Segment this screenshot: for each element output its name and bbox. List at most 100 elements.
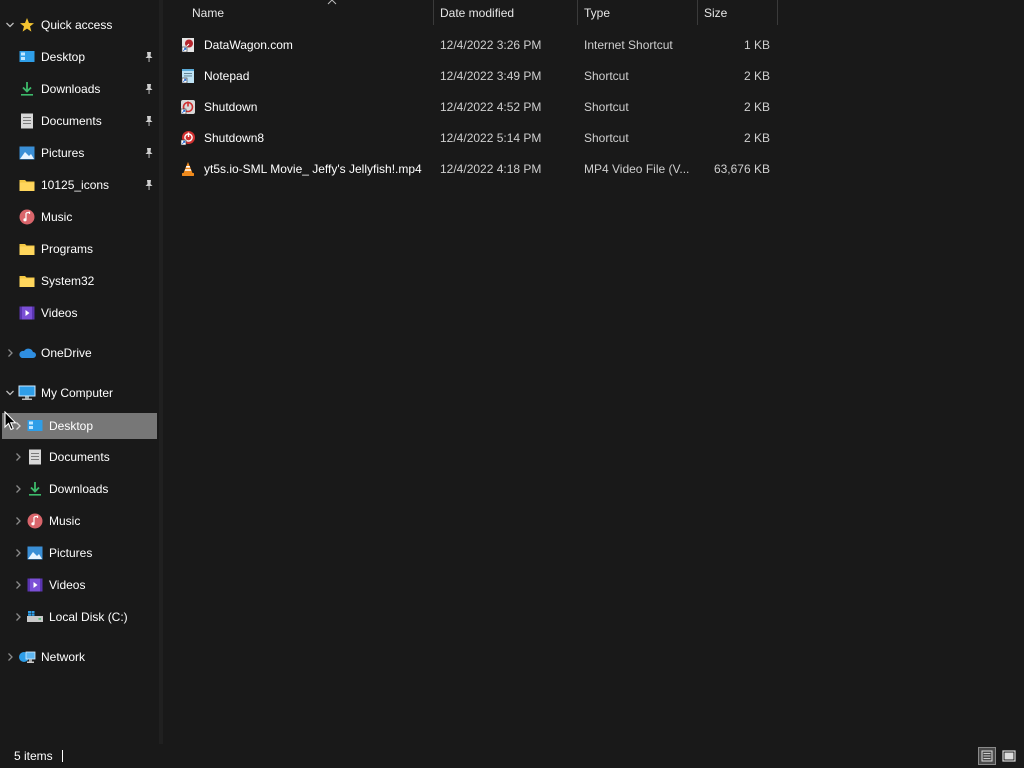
column-header-size[interactable]: Size	[698, 0, 778, 25]
nav-qa-videos[interactable]: Videos	[2, 300, 157, 326]
large-icons-view-icon	[1002, 750, 1016, 762]
folder-icon	[18, 176, 36, 194]
column-date-label: Date modified	[440, 5, 515, 20]
file-row[interactable]: Shutdown8 12/4/2022 5:14 PM Shortcut 2 K…	[175, 127, 775, 149]
nav-qa-music[interactable]: Music	[2, 204, 157, 230]
chevron-right-icon[interactable]	[10, 604, 26, 630]
chevron-down-icon[interactable]	[2, 380, 18, 406]
status-divider	[62, 750, 63, 762]
nav-qa-programs[interactable]: Programs	[2, 236, 157, 262]
nav-qa-system32[interactable]: System32	[2, 268, 157, 294]
chevron-right-icon[interactable]	[10, 476, 26, 502]
file-name-cell: DataWagon.com	[179, 34, 429, 56]
nav-mc-documents-label: Documents	[49, 450, 110, 464]
nav-qa-desktop[interactable]: Desktop	[2, 44, 157, 70]
file-name-cell: Shutdown	[179, 96, 429, 118]
nav-my-computer-label: My Computer	[41, 386, 114, 400]
nav-qa-downloads[interactable]: Downloads	[2, 76, 157, 102]
nav-qa-desktop-label: Desktop	[41, 50, 86, 64]
file-size: 2 KB	[743, 131, 770, 145]
chevron-right-icon[interactable]	[2, 340, 18, 366]
file-type: Shortcut	[584, 100, 629, 114]
nav-mc-music[interactable]: Music	[2, 508, 157, 534]
file-row[interactable]: Notepad 12/4/2022 3:49 PM Shortcut 2 KB	[175, 65, 775, 87]
pin-icon[interactable]	[143, 50, 155, 64]
notepad-icon	[179, 67, 197, 85]
pin-icon[interactable]	[143, 146, 155, 160]
chevron-down-icon[interactable]	[2, 12, 18, 38]
sort-ascending-icon	[327, 0, 337, 7]
navigation-pane: Quick access Desktop Downloads Documents…	[0, 0, 159, 744]
file-size: 2 KB	[743, 69, 770, 83]
column-header-date[interactable]: Date modified	[434, 0, 578, 25]
large-icons-view-button[interactable]	[1000, 747, 1018, 765]
nav-mc-downloads[interactable]: Downloads	[2, 476, 157, 502]
folder-icon	[18, 240, 36, 258]
nav-mc-downloads-label: Downloads	[49, 482, 109, 496]
nav-quick-access[interactable]: Quick access	[2, 12, 157, 38]
shutdown-red-icon	[179, 129, 197, 147]
column-type-label: Type	[584, 5, 611, 20]
videos-icon	[18, 304, 36, 322]
documents-icon	[18, 112, 36, 130]
nav-qa-downloads-label: Downloads	[41, 82, 101, 96]
pictures-icon	[18, 144, 36, 162]
nav-qa-pictures-label: Pictures	[41, 146, 85, 160]
documents-icon	[26, 448, 44, 466]
file-date: 12/4/2022 3:49 PM	[440, 69, 542, 83]
nav-qa-pictures[interactable]: Pictures	[2, 140, 157, 166]
details-view-button[interactable]	[978, 747, 996, 765]
chevron-right-icon[interactable]	[10, 540, 26, 566]
file-size: 63,676 KB	[713, 162, 770, 176]
nav-qa-10125-icons[interactable]: 10125_icons	[2, 172, 157, 198]
column-size-label: Size	[704, 5, 728, 20]
network-icon	[18, 648, 36, 666]
column-header-type[interactable]: Type	[578, 0, 698, 25]
folder-icon	[18, 272, 36, 290]
nav-mc-local-disk[interactable]: Local Disk (C:)	[2, 604, 157, 630]
nav-network-label: Network	[41, 650, 86, 664]
file-type: MP4 Video File (V...	[584, 162, 690, 176]
file-name: Shutdown	[204, 100, 258, 114]
nav-quick-access-label: Quick access	[41, 18, 113, 32]
file-type: Shortcut	[584, 131, 629, 145]
file-name-cell: Notepad	[179, 65, 429, 87]
file-list-pane: Name Date modified Type Size DataWagon.c…	[163, 0, 1024, 744]
file-row[interactable]: DataWagon.com 12/4/2022 3:26 PM Internet…	[175, 34, 775, 56]
file-date: 12/4/2022 4:52 PM	[440, 100, 542, 114]
pin-icon[interactable]	[143, 178, 155, 192]
file-type: Internet Shortcut	[584, 38, 673, 52]
nav-mc-pictures-label: Pictures	[49, 546, 93, 560]
pin-icon[interactable]	[143, 82, 155, 96]
column-header-name[interactable]: Name	[186, 0, 434, 25]
column-name-label: Name	[192, 5, 225, 20]
file-date: 12/4/2022 4:18 PM	[440, 162, 542, 176]
pictures-icon	[26, 544, 44, 562]
onedrive-cloud-icon	[18, 344, 36, 362]
chevron-right-icon[interactable]	[10, 444, 26, 470]
star-icon	[18, 16, 36, 34]
nav-qa-documents[interactable]: Documents	[2, 108, 157, 134]
file-row[interactable]: Shutdown 12/4/2022 4:52 PM Shortcut 2 KB	[175, 96, 775, 118]
chevron-right-icon[interactable]	[10, 508, 26, 534]
shutdown-icon	[179, 98, 197, 116]
file-row[interactable]: yt5s.io-SML Movie_ Jeffy's Jellyfish!.mp…	[175, 158, 775, 180]
nav-my-computer[interactable]: My Computer	[2, 380, 157, 406]
computer-icon	[18, 384, 36, 402]
music-icon	[18, 208, 36, 226]
pin-icon[interactable]	[143, 114, 155, 128]
chevron-right-icon[interactable]	[10, 572, 26, 598]
nav-mc-videos[interactable]: Videos	[2, 572, 157, 598]
vlc-icon	[179, 160, 197, 178]
file-size: 2 KB	[743, 100, 770, 114]
details-view-icon	[981, 750, 993, 762]
nav-mc-desktop[interactable]: Desktop	[2, 413, 157, 439]
nav-mc-documents[interactable]: Documents	[2, 444, 157, 470]
nav-onedrive[interactable]: OneDrive	[2, 340, 157, 366]
mouse-cursor-icon	[4, 411, 17, 431]
nav-network[interactable]: Network	[2, 644, 157, 670]
nav-mc-pictures[interactable]: Pictures	[2, 540, 157, 566]
chevron-right-icon[interactable]	[2, 644, 18, 670]
file-date: 12/4/2022 3:26 PM	[440, 38, 542, 52]
nav-qa-programs-label: Programs	[41, 242, 94, 256]
